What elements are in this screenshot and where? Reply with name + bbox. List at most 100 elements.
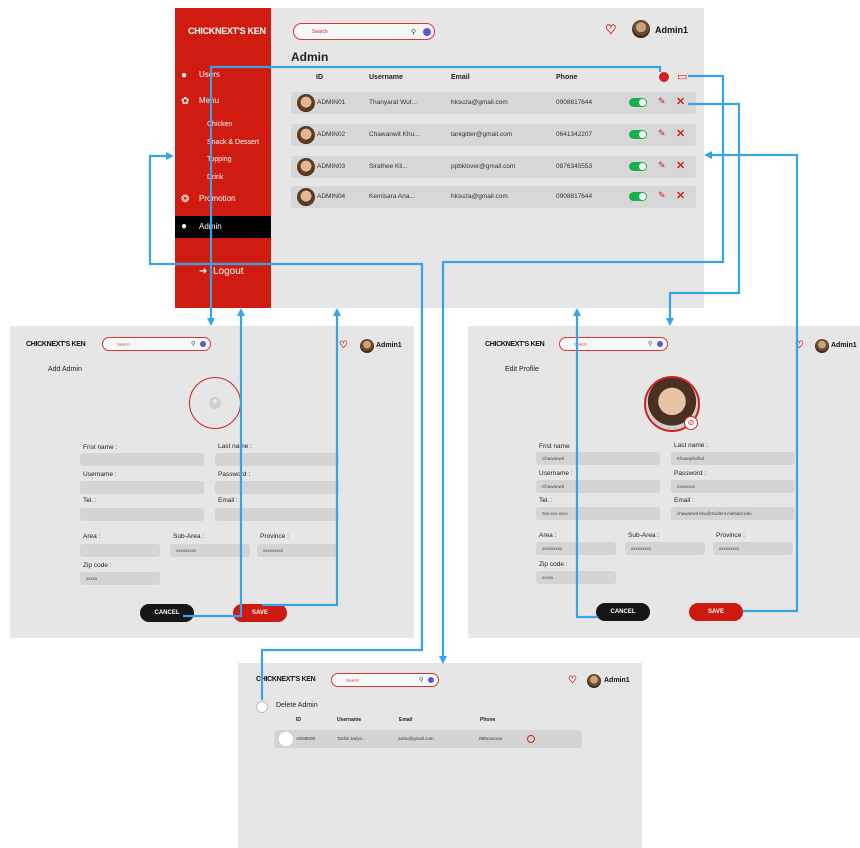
avatar[interactable] <box>632 20 650 38</box>
avatar <box>279 732 293 746</box>
cell-phone: 0908817644 <box>556 99 593 106</box>
status-toggle[interactable] <box>629 98 647 107</box>
bell-icon[interactable]: ♡ <box>568 675 577 686</box>
username-field[interactable]: Chawanwit <box>536 480 660 493</box>
logout-button[interactable]: ➜ Logout <box>175 266 271 282</box>
edit-icon[interactable]: ✎ <box>658 128 666 139</box>
save-button[interactable]: SAVE <box>233 604 287 622</box>
add-admin-icon[interactable] <box>659 72 669 82</box>
sidebar-item-admin[interactable]: ● Admin <box>175 216 271 238</box>
cell-id: ADMIN03 <box>317 163 346 170</box>
password-field[interactable]: xxxxxxxx <box>671 480 795 493</box>
sub-area-field[interactable]: xxxxxxxxx <box>170 544 250 557</box>
last-name-field[interactable] <box>215 453 339 466</box>
bell-icon[interactable]: ♡ <box>339 340 348 351</box>
cancel-button[interactable]: CANCEL <box>140 604 194 622</box>
back-icon[interactable] <box>256 701 268 713</box>
filter-icon[interactable] <box>657 341 663 347</box>
bell-icon[interactable]: ♡ <box>605 22 617 38</box>
search-input[interactable]: Search ⚲ <box>102 337 211 351</box>
table-row: ADMIN02 Chawanwit Khu... tanigitter@gmai… <box>291 124 696 146</box>
zip-code-field[interactable]: xxxxx <box>80 572 160 585</box>
last-name-field[interactable]: Khuanpholkul <box>671 452 795 465</box>
close-icon[interactable]: ✕ <box>676 159 685 172</box>
label-email: Email : <box>674 497 694 504</box>
label-first-name: Frist name <box>539 443 570 450</box>
edit-icon[interactable]: ✎ <box>658 190 666 201</box>
submenu-topping[interactable]: Topping <box>207 156 232 163</box>
brand-logo: CHICKNEXT'S KEN <box>26 341 86 348</box>
search-icon: ⚲ <box>191 341 196 348</box>
edit-icon[interactable]: ✎ <box>658 96 666 107</box>
admin-icon: ● <box>181 221 188 232</box>
filter-icon[interactable] <box>423 27 431 36</box>
save-button[interactable]: SAVE <box>689 603 743 621</box>
cell-id: ADMIN01 <box>317 99 346 106</box>
zip-code-field[interactable]: xxxxx <box>536 571 616 584</box>
province-field[interactable]: xxxxxxxxx <box>257 544 337 557</box>
edit-icon[interactable]: ✎ <box>658 160 666 171</box>
email-field[interactable] <box>215 508 339 521</box>
sidebar-item-users[interactable]: ● Users <box>175 70 271 84</box>
first-name-field[interactable]: Chawanwit <box>536 452 660 465</box>
label-province: Province : <box>260 533 289 540</box>
page-title: Edit Profile <box>505 366 539 373</box>
avatar[interactable] <box>360 339 374 353</box>
filter-icon[interactable] <box>200 341 206 347</box>
label-zip-code: Zip code : <box>83 562 112 569</box>
search-input[interactable]: Search ⚲ <box>559 337 668 351</box>
bell-icon[interactable]: ♡ <box>795 340 804 351</box>
brand-logo: CHICKNEXT'S KEN <box>485 341 545 348</box>
status-toggle[interactable] <box>629 130 647 139</box>
edit-photo-icon[interactable]: ⊘ <box>684 416 698 430</box>
cell-email: hksuza@gmail.com <box>451 99 508 106</box>
province-field[interactable]: xxxxxxxxx <box>713 542 793 555</box>
password-field[interactable] <box>215 481 339 494</box>
search-placeholder: Search <box>574 341 587 347</box>
cancel-button[interactable]: CANCEL <box>596 603 650 621</box>
avatar[interactable] <box>815 339 829 353</box>
close-icon[interactable]: ✕ <box>676 189 685 202</box>
submenu-snack-dessert[interactable]: Snack & Dessert <box>207 139 259 146</box>
status-toggle[interactable] <box>629 162 647 171</box>
label-sub-area: Sub-Area : <box>628 532 660 539</box>
search-icon: ⚲ <box>411 28 417 36</box>
tel-field[interactable] <box>80 508 204 521</box>
search-placeholder: Search <box>312 28 328 35</box>
username-field[interactable] <box>80 481 204 494</box>
area-field[interactable] <box>80 544 160 557</box>
photo-upload[interactable]: + <box>189 377 241 429</box>
cell-username: Chawanwit Khu... <box>369 131 420 138</box>
trash-icon[interactable]: ▭ <box>677 70 687 83</box>
search-input[interactable]: Search ⚲ <box>331 673 439 687</box>
cell-id: ADMIN04 <box>317 193 346 200</box>
column-header-phone: Phone <box>556 74 578 81</box>
brand-logo: CHICKNEXT'S KEN <box>188 26 266 36</box>
cell-email: tanigitter@gmail.com <box>451 131 513 138</box>
label-area: Area : <box>83 533 101 540</box>
label-tel: Tel. : <box>539 497 553 504</box>
restore-icon[interactable] <box>527 735 535 743</box>
percent-icon: ❂ <box>181 194 190 205</box>
status-toggle[interactable] <box>629 192 647 201</box>
filter-icon[interactable] <box>428 677 434 683</box>
cell-id: ADMIN02 <box>317 131 346 138</box>
sidebar-item-menu[interactable]: ✿ Menu <box>175 96 271 110</box>
first-name-field[interactable] <box>80 453 204 466</box>
tel-field[interactable]: 0xx-xxx-xxxx <box>536 507 660 520</box>
search-input[interactable]: Search ⚲ <box>293 23 435 40</box>
avatar[interactable] <box>587 674 601 688</box>
column-header-email: Email <box>451 74 470 81</box>
close-icon[interactable]: ✕ <box>676 95 685 108</box>
page-title: Delete Admin <box>276 702 318 709</box>
profile-photo[interactable]: ⊘ <box>644 376 700 432</box>
email-field[interactable]: chawanwit.khu@student.mahidol.edu <box>671 507 795 520</box>
sub-area-field[interactable]: xxxxxxxxx <box>625 542 705 555</box>
delete-admin-screen: CHICKNEXT'S KEN Search ⚲ ♡ Admin1 Delete… <box>238 663 642 848</box>
close-icon[interactable]: ✕ <box>676 127 685 140</box>
submenu-chicken[interactable]: Chicken <box>207 121 232 128</box>
area-field[interactable]: xxxxxxxxx <box>536 542 616 555</box>
submenu-drink[interactable]: Drink <box>207 174 223 181</box>
column-header-username: Username <box>337 717 362 723</box>
sidebar-item-promotion[interactable]: ❂ Promotion <box>175 194 271 208</box>
